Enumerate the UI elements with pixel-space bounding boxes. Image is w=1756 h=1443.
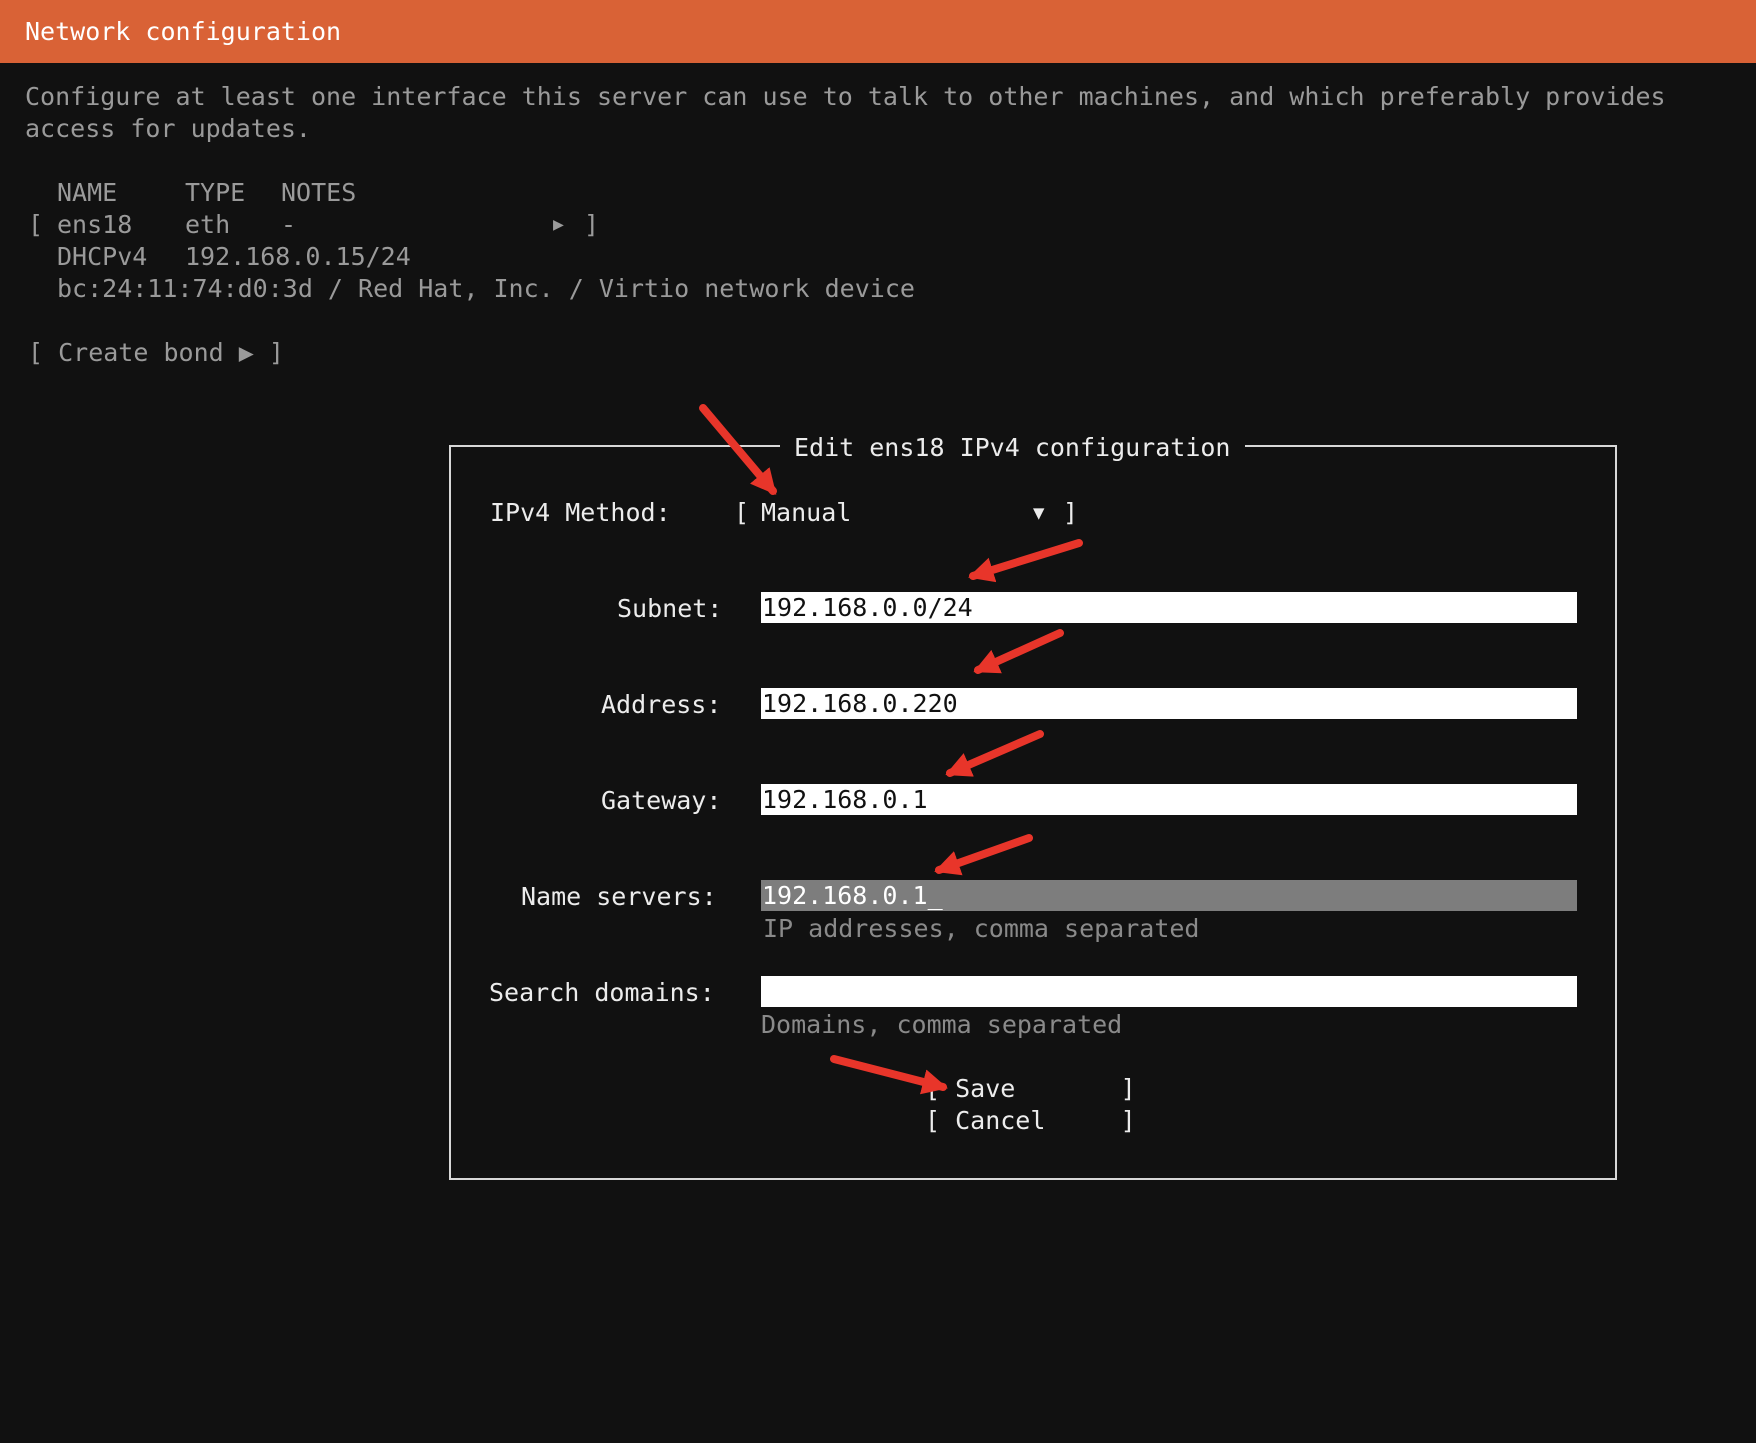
column-header-notes: NOTES	[281, 178, 357, 207]
create-bond-button[interactable]: [ Create bond ▶ ]	[28, 338, 284, 368]
subnet-input[interactable]: 192.168.0.0/24	[761, 592, 1577, 623]
interface-notes: -	[281, 210, 297, 239]
save-button[interactable]: [ Save ]	[925, 1074, 1136, 1104]
name-servers-input[interactable]: 192.168.0.1_	[761, 880, 1577, 911]
dhcp-label: DHCPv4	[57, 242, 148, 271]
name-servers-hint: IP addresses, comma separated	[763, 914, 1200, 943]
column-header-name: NAME	[57, 178, 118, 207]
header-bar: Network configuration	[0, 0, 1756, 63]
gateway-label: Gateway:	[601, 786, 722, 815]
method-value: Manual	[761, 498, 852, 527]
search-domains-label: Search domains:	[489, 978, 715, 1007]
search-domains-hint: Domains, comma separated	[761, 1010, 1123, 1039]
column-header-type: TYPE	[185, 178, 246, 207]
address-label: Address:	[601, 690, 722, 719]
gateway-input[interactable]: 192.168.0.1	[761, 784, 1577, 815]
cancel-button[interactable]: [ Cancel ]	[925, 1106, 1136, 1136]
subnet-label: Subnet:	[617, 594, 723, 623]
interface-name: ens18	[57, 210, 133, 239]
interface-type: eth	[185, 210, 231, 239]
method-open-bracket: [	[734, 498, 750, 527]
address-input[interactable]: 192.168.0.220	[761, 688, 1577, 719]
search-domains-input[interactable]	[761, 976, 1577, 1007]
device-info: bc:24:11:74:d0:3d / Red Hat, Inc. / Virt…	[57, 274, 915, 303]
dhcp-address: 192.168.0.15/24	[185, 242, 411, 271]
intro-text-line-1: Configure at least one interface this se…	[25, 82, 1666, 111]
expand-arrow-icon: ▶	[553, 214, 564, 235]
ipv4-method-label: IPv4 Method:	[490, 498, 671, 527]
dialog-title: Edit ens18 IPv4 configuration	[780, 433, 1245, 463]
page-title: Network configuration	[25, 17, 342, 46]
name-servers-label: Name servers:	[521, 882, 717, 911]
intro-text-line-2: access for updates.	[25, 114, 311, 143]
method-close-bracket: ]	[1063, 498, 1079, 527]
chevron-down-icon: ▼	[1033, 502, 1045, 524]
row-open-bracket: [	[28, 210, 44, 239]
row-close-bracket: ]	[584, 210, 600, 239]
